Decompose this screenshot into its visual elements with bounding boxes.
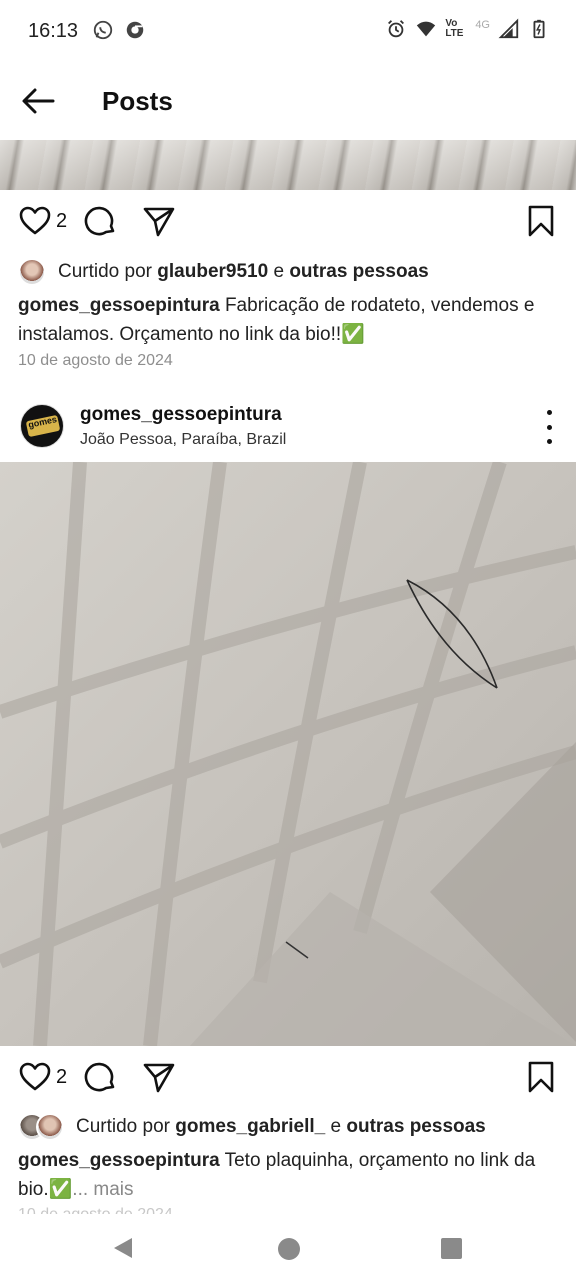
battery-icon <box>533 19 545 39</box>
author-name[interactable]: gomes_gessoepintura <box>80 404 282 426</box>
send-icon <box>143 207 175 237</box>
heart-icon <box>19 1062 51 1091</box>
liker-avatar <box>36 1113 64 1141</box>
share-button[interactable] <box>142 1060 176 1094</box>
back-button[interactable] <box>18 82 58 120</box>
comment-icon <box>84 206 115 236</box>
system-nav-bar <box>0 1214 576 1280</box>
send-icon <box>143 1063 175 1093</box>
signal-icon <box>498 18 519 39</box>
liked-by-prefix: Curtido por <box>58 261 158 282</box>
liked-by-mid: e <box>325 1116 347 1137</box>
like-count: 2 <box>56 1065 68 1088</box>
liked-by-mid: e <box>268 261 290 282</box>
caption-more-link[interactable]: ... mais <box>72 1179 133 1200</box>
post1-actions: 2 <box>0 204 576 248</box>
bookmark-icon <box>528 205 554 237</box>
liked-by-row[interactable]: Curtido por gomes_gabriell_ e outras pes… <box>18 1113 486 1141</box>
bookmark-icon <box>528 1061 554 1093</box>
liked-by-row[interactable]: Curtido por glauber9510 e outras pessoas <box>18 258 429 286</box>
comment-button[interactable] <box>84 1060 118 1094</box>
post1-date: 10 de agosto de 2024 <box>18 352 173 369</box>
whatsapp-icon <box>93 20 113 40</box>
liked-by-user[interactable]: glauber9510 <box>157 261 268 282</box>
liker-avatar <box>18 258 46 286</box>
author-avatar[interactable]: gomes <box>20 404 64 448</box>
share-button[interactable] <box>142 204 176 238</box>
ceiling-photo <box>0 462 576 1046</box>
app-header: Posts <box>0 62 576 138</box>
caption-username[interactable]: gomes_gessoepintura <box>18 1150 220 1171</box>
liked-by-user[interactable]: gomes_gabriell_ <box>175 1116 325 1137</box>
post2-caption: gomes_gessoepintura Teto plaquinha, orça… <box>18 1146 563 1204</box>
post1-caption: gomes_gessoepintura Fabricação de rodate… <box>18 291 563 349</box>
network-type-label: 4G <box>475 19 490 31</box>
like-button[interactable]: 2 <box>18 204 67 238</box>
alarm-icon <box>388 20 405 38</box>
comment-icon <box>84 1062 115 1092</box>
save-button[interactable] <box>524 204 558 238</box>
nav-back-icon[interactable] <box>112 1236 134 1260</box>
volte-label: Vo LTE <box>445 18 464 39</box>
post-image-previous[interactable] <box>0 140 576 190</box>
heart-icon <box>19 206 51 235</box>
liked-by-others[interactable]: outras pessoas <box>346 1116 485 1137</box>
nav-home-icon[interactable] <box>278 1238 300 1260</box>
wifi-icon <box>417 21 436 37</box>
post2-actions: 2 <box>0 1060 576 1104</box>
arrow-left-icon <box>22 88 55 114</box>
author-location[interactable]: João Pessoa, Paraíba, Brazil <box>80 431 286 449</box>
nav-recents-icon[interactable] <box>441 1238 462 1259</box>
post2-header: gomes gomes_gessoepintura João Pessoa, P… <box>0 396 576 460</box>
liked-by-others[interactable]: outras pessoas <box>289 261 428 282</box>
chrome-like-icon <box>126 21 144 39</box>
like-count: 2 <box>56 209 68 232</box>
post-image[interactable] <box>0 462 576 1046</box>
status-bar: 16:13 Vo LTE 4G <box>0 0 576 62</box>
comment-button[interactable] <box>84 204 118 238</box>
liked-by-prefix: Curtido por <box>76 1116 176 1137</box>
like-button[interactable]: 2 <box>18 1060 67 1094</box>
status-time: 16:13 <box>28 20 79 42</box>
caption-username[interactable]: gomes_gessoepintura <box>18 295 220 316</box>
more-options-icon[interactable] <box>540 410 558 444</box>
page-title: Posts <box>102 86 173 116</box>
save-button[interactable] <box>524 1060 558 1094</box>
